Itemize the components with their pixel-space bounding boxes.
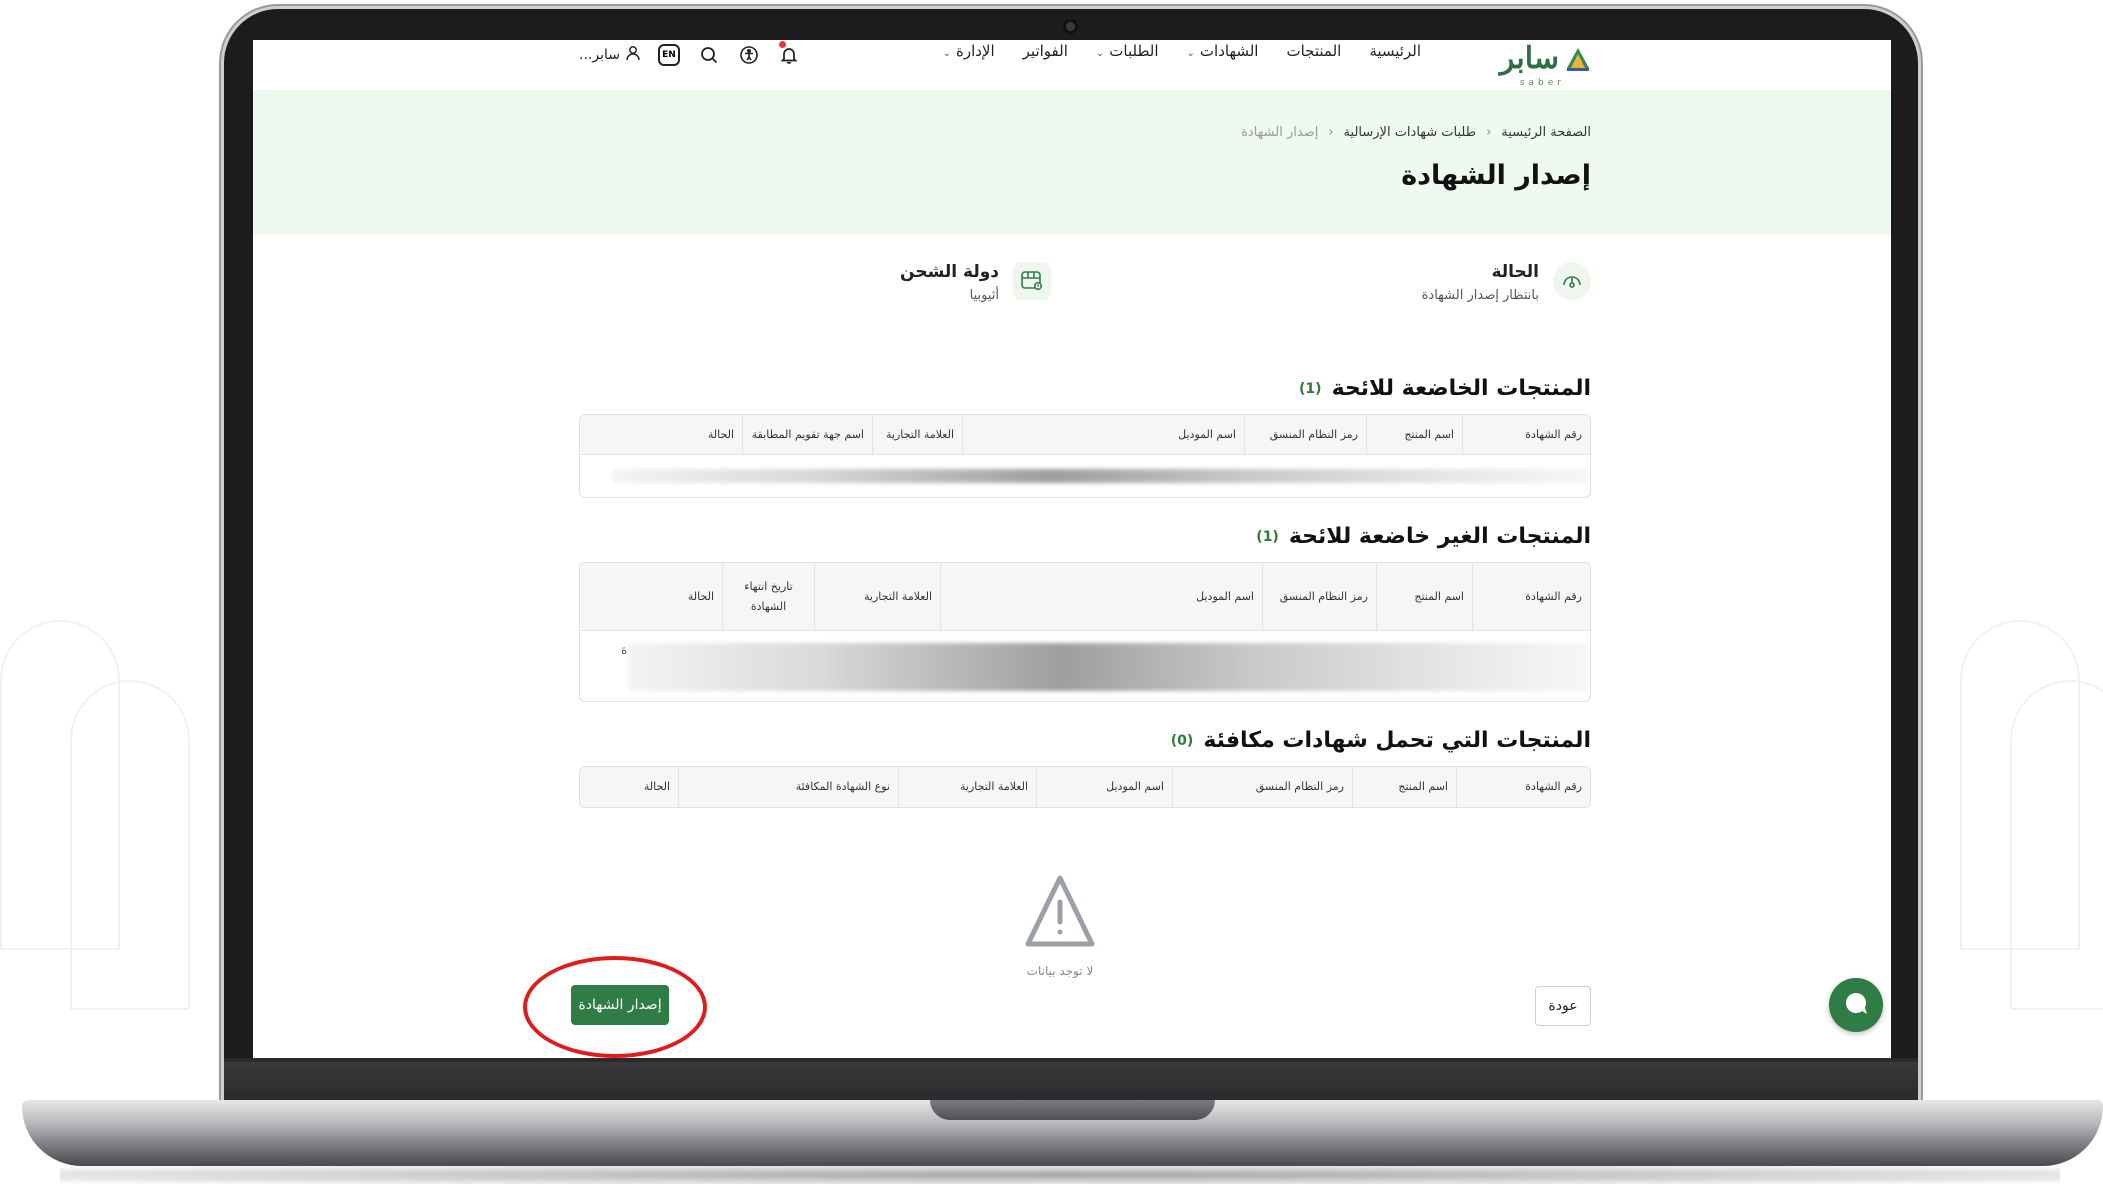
- nav-administration[interactable]: الإدارة ⌄: [943, 42, 995, 60]
- shipping-country-value: أثيوبيا: [969, 288, 999, 303]
- regulated-products-title: المنتجات الخاضعة للائحة (1): [1299, 376, 1591, 401]
- col-conformity-body: اسم جهة تقويم المطابقة: [742, 415, 872, 454]
- section-title-text: المنتجات التي تحمل شهادات مكافئة: [1203, 728, 1591, 753]
- section-count: (1): [1299, 380, 1322, 397]
- chevron-down-icon: ⌄: [942, 48, 951, 59]
- equivalent-certificates-table: رقم الشهادة اسم المنتج رمز النظام المنسق…: [579, 766, 1591, 808]
- col-brand: العلامة التجارية: [872, 415, 962, 454]
- nav-invoices[interactable]: الفواتير: [1023, 42, 1068, 60]
- table-header: رقم الشهادة اسم المنتج رمز النظام المنسق…: [580, 415, 1590, 455]
- highlight-annotation: [523, 956, 707, 1058]
- user-name: سابر...: [579, 47, 620, 63]
- col-product-name: اسم المنتج: [1352, 767, 1456, 807]
- chevron-left-icon: ‹: [1486, 125, 1492, 140]
- col-certificate-expiry: تاريخ انتهاء الشهادة: [722, 563, 814, 630]
- nav-certificates-label: الشهادات: [1199, 42, 1259, 60]
- col-certificate-number: رقم الشهادة: [1472, 563, 1590, 630]
- col-model-name: اسم الموديل: [1036, 767, 1172, 807]
- back-button[interactable]: عودة: [1535, 986, 1591, 1026]
- table-row[interactable]: [580, 455, 1590, 497]
- regulated-products-table: رقم الشهادة اسم المنتج رمز النظام المنسق…: [579, 414, 1591, 498]
- col-hs-code: رمز النظام المنسق: [1244, 415, 1366, 454]
- section-count: (0): [1170, 732, 1194, 749]
- laptop-notch: [930, 1100, 1215, 1120]
- col-certificate-number: رقم الشهادة: [1456, 767, 1590, 807]
- col-status: الحالة: [687, 589, 714, 603]
- nav-home-label: الرئيسية: [1369, 42, 1421, 60]
- language-toggle[interactable]: EN: [657, 44, 680, 66]
- cell-fragment: ة: [621, 643, 628, 657]
- chevron-down-icon: ⌄: [1186, 48, 1195, 59]
- nav-invoices-label: الفواتير: [1022, 42, 1068, 60]
- col-brand: العلامة التجارية: [898, 767, 1036, 807]
- non-regulated-products-title: المنتجات الغير خاضعة للائحة (1): [1256, 524, 1591, 549]
- status-value: بانتظار إصدار الشهادة: [1421, 288, 1539, 303]
- chevron-left-icon: ‹: [1328, 125, 1334, 140]
- breadcrumb-home[interactable]: الصفحة الرئيسية: [1501, 125, 1591, 140]
- app-screen: سابر saber الرئيسية المنتجات الشهادات ⌄ ا…: [253, 40, 1891, 1058]
- col-equivalent-certificate-type: نوع الشهادة المكافئة: [678, 767, 898, 807]
- top-navbar: سابر saber الرئيسية المنتجات الشهادات ⌄ ا…: [253, 40, 1891, 90]
- breadcrumb-current: إصدار الشهادة: [1241, 125, 1319, 140]
- accessibility-icon[interactable]: [738, 44, 760, 66]
- col-status: الحالة: [707, 427, 734, 441]
- nav-home[interactable]: الرئيسية: [1369, 42, 1421, 60]
- col-hs-code: رمز النظام المنسق: [1262, 563, 1376, 630]
- table-header: رقم الشهادة اسم المنتج رمز النظام المنسق…: [580, 563, 1590, 631]
- empty-state-text: لا توجد بيانات: [1026, 964, 1094, 978]
- breadcrumb: الصفحة الرئيسية ‹ طلبات شهادات الإرسالية…: [1241, 125, 1591, 140]
- section-title-text: المنتجات الخاضعة للائحة: [1331, 376, 1591, 401]
- logo-word: سابر: [1499, 41, 1559, 76]
- section-count: (1): [1256, 528, 1279, 545]
- col-model-name: اسم الموديل: [962, 415, 1244, 454]
- notification-dot: [778, 41, 786, 48]
- logo-sub: saber: [1519, 78, 1565, 88]
- redacted-row: [612, 469, 1590, 483]
- col-brand: العلامة التجارية: [814, 563, 940, 630]
- nav-tools: EN سابر...: [579, 40, 800, 70]
- warning-triangle-icon: [1022, 875, 1098, 956]
- user-menu[interactable]: سابر...: [579, 45, 640, 65]
- section-title-text: المنتجات الغير خاضعة للائحة: [1288, 524, 1591, 549]
- col-model-name: اسم الموديل: [940, 563, 1262, 630]
- nav-requests[interactable]: الطلبات ⌄: [1096, 42, 1159, 60]
- camera: [1063, 19, 1078, 34]
- chevron-down-icon: ⌄: [1095, 48, 1105, 59]
- table-row[interactable]: ة: [580, 631, 1590, 701]
- shipping-country-card: دولة الشحن أثيوبيا: [900, 262, 1051, 303]
- saber-logo[interactable]: سابر saber: [1499, 40, 1591, 88]
- shipping-box-icon: [1013, 262, 1051, 300]
- redacted-row: [628, 643, 1590, 691]
- non-regulated-products-table: رقم الشهادة اسم المنتج رمز النظام المنسق…: [579, 562, 1591, 702]
- laptop-hinge: [224, 1062, 1918, 1102]
- nav-products[interactable]: المنتجات: [1286, 42, 1341, 60]
- table-header: رقم الشهادة اسم المنتج رمز النظام المنسق…: [580, 767, 1590, 807]
- col-product-name: اسم المنتج: [1376, 563, 1472, 630]
- col-hs-code: رمز النظام المنسق: [1172, 767, 1352, 807]
- col-status: الحالة: [643, 780, 670, 794]
- shipping-country-title: دولة الشحن: [900, 262, 999, 282]
- page-title: إصدار الشهادة: [1401, 160, 1591, 191]
- search-icon[interactable]: [698, 44, 720, 66]
- nav-certificates[interactable]: الشهادات ⌄: [1187, 42, 1259, 60]
- chat-icon: [1842, 989, 1870, 1021]
- status-card: الحالة بانتظار إصدار الشهادة: [1422, 262, 1591, 303]
- logo-mark-icon: [1565, 46, 1591, 72]
- nav-requests-label: الطلبات: [1109, 42, 1159, 60]
- nav-administration-label: الإدارة: [955, 42, 995, 60]
- nav-products-label: المنتجات: [1286, 42, 1342, 60]
- col-product-name: اسم المنتج: [1366, 415, 1462, 454]
- empty-state: لا توجد بيانات: [995, 872, 1125, 978]
- chat-widget-button[interactable]: [1829, 978, 1883, 1032]
- bell-icon[interactable]: [778, 41, 800, 66]
- user-icon: [626, 45, 640, 65]
- gauge-icon: [1553, 262, 1591, 300]
- laptop-shadow: [60, 1166, 2060, 1184]
- nav-links: الرئيسية المنتجات الشهادات ⌄ الطلبات ⌄ الف…: [943, 42, 1421, 60]
- status-title: الحالة: [1491, 262, 1539, 282]
- page-header-band: [253, 90, 1891, 235]
- col-certificate-number: رقم الشهادة: [1462, 415, 1590, 454]
- equivalent-certificates-title: المنتجات التي تحمل شهادات مكافئة (0): [1171, 728, 1591, 753]
- breadcrumb-parent[interactable]: طلبات شهادات الإرسالية: [1344, 125, 1477, 140]
